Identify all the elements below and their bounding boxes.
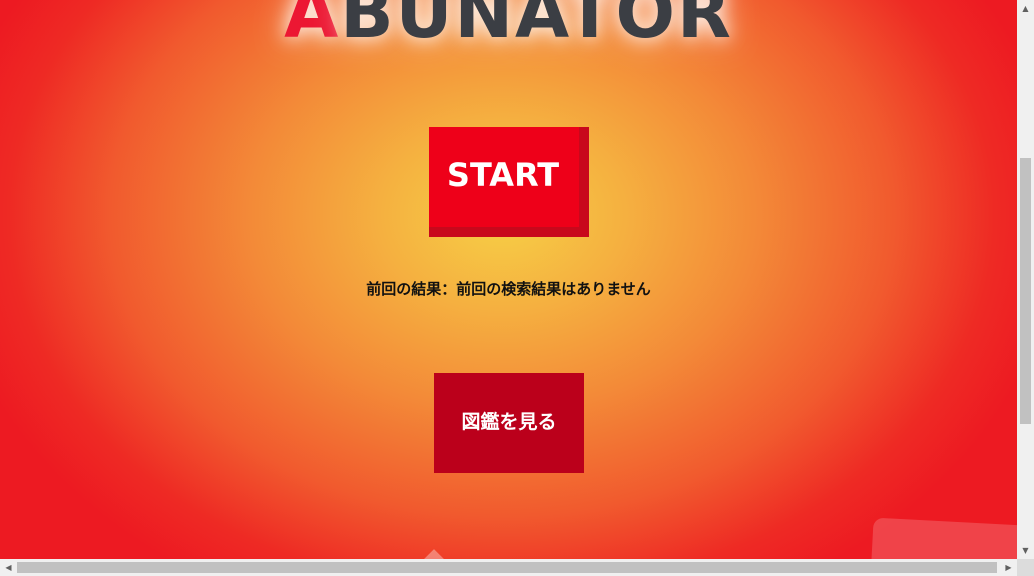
scroll-right-arrow-icon[interactable]: ▶	[1000, 559, 1017, 576]
scroll-up-arrow-icon[interactable]: ▲	[1017, 0, 1034, 17]
view-encyclopedia-button[interactable]: 図鑑を見る	[434, 373, 584, 473]
start-button[interactable]: START	[429, 127, 589, 237]
horizontal-scrollbar-thumb[interactable]	[17, 562, 997, 573]
decorative-card	[870, 517, 1017, 559]
vertical-scrollbar[interactable]: ▲ ▼	[1017, 0, 1034, 559]
page-viewport: ABUNATOR START 前回の結果：前回の検索結果はありません 図鑑を見る	[0, 0, 1017, 559]
horizontal-scrollbar[interactable]: ◀ ▶	[0, 559, 1017, 576]
previous-result-text: 前回の結果：前回の検索結果はありません	[366, 280, 651, 298]
app-logo: ABUNATOR	[0, 0, 1017, 48]
scrollbar-corner	[1017, 559, 1034, 576]
scroll-left-arrow-icon[interactable]: ◀	[0, 559, 17, 576]
logo-first-letter: A	[284, 0, 341, 54]
logo-rest: BUNATOR	[340, 0, 733, 54]
vertical-scrollbar-thumb[interactable]	[1020, 158, 1031, 424]
decorative-shape	[424, 549, 444, 559]
scroll-down-arrow-icon[interactable]: ▼	[1017, 542, 1034, 559]
